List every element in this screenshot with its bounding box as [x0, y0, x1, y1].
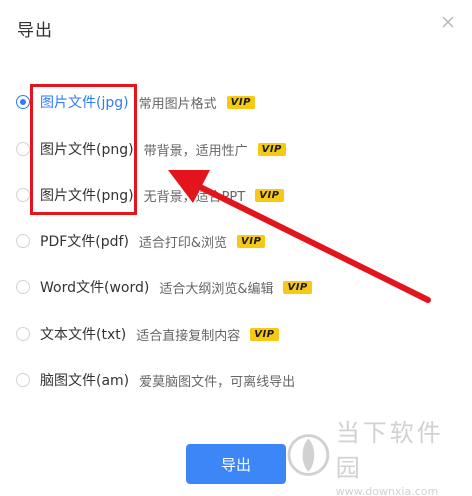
option-desc: 爱莫脑图文件，可离线导出 [139, 374, 296, 390]
radio-txt[interactable] [16, 327, 30, 341]
radio-jpg[interactable] [16, 95, 30, 109]
option-name: 文本文件(txt) [40, 327, 127, 343]
option-name: Word文件(word) [40, 280, 150, 296]
vip-badge: VIP [226, 95, 255, 109]
export-option-word[interactable]: Word文件(word) 适合大纲浏览&编辑 VIP [16, 275, 312, 299]
radio-word[interactable] [16, 280, 30, 294]
vip-badge: VIP [283, 280, 312, 294]
watermark-logo-icon [287, 434, 330, 476]
vip-badge: VIP [237, 234, 266, 248]
watermark: 当下软件园 www.downxia.com [287, 419, 467, 496]
option-desc: 常用图片格式 [138, 96, 217, 112]
export-option-txt[interactable]: 文本文件(txt) 适合直接复制内容 VIP [16, 322, 279, 346]
vip-badge: VIP [250, 327, 279, 341]
option-name: 脑图文件(am) [40, 373, 130, 389]
radio-png-transparent[interactable] [16, 188, 30, 202]
close-icon[interactable] [440, 14, 456, 30]
option-desc: 适合直接复制内容 [136, 328, 241, 344]
option-desc: 无背景，适合PPT [143, 189, 246, 205]
option-desc: 适合大纲浏览&编辑 [159, 281, 274, 297]
watermark-title: 当下软件园 [335, 418, 444, 482]
dialog-title: 导出 [17, 21, 53, 41]
option-name: PDF文件(pdf) [40, 234, 129, 250]
export-option-am[interactable]: 脑图文件(am) 爱莫脑图文件，可离线导出 [16, 368, 295, 392]
export-dialog: 导出 图片文件(jpg) 常用图片格式 VIP 图片文件(png) 带背景，适用… [0, 0, 472, 496]
vip-badge: VIP [255, 188, 284, 202]
option-desc: 带背景，适用性广 [143, 143, 248, 159]
option-desc: 适合打印&浏览 [138, 235, 228, 251]
watermark-url: www.downxia.com [335, 484, 439, 496]
radio-png-bg[interactable] [16, 142, 30, 156]
annotation-highlight-box [30, 84, 137, 215]
export-option-pdf[interactable]: PDF文件(pdf) 适合打印&浏览 VIP [16, 229, 266, 253]
radio-pdf[interactable] [16, 234, 30, 248]
radio-am[interactable] [16, 373, 30, 387]
vip-badge: VIP [257, 142, 286, 156]
export-button[interactable]: 导出 [186, 444, 286, 484]
